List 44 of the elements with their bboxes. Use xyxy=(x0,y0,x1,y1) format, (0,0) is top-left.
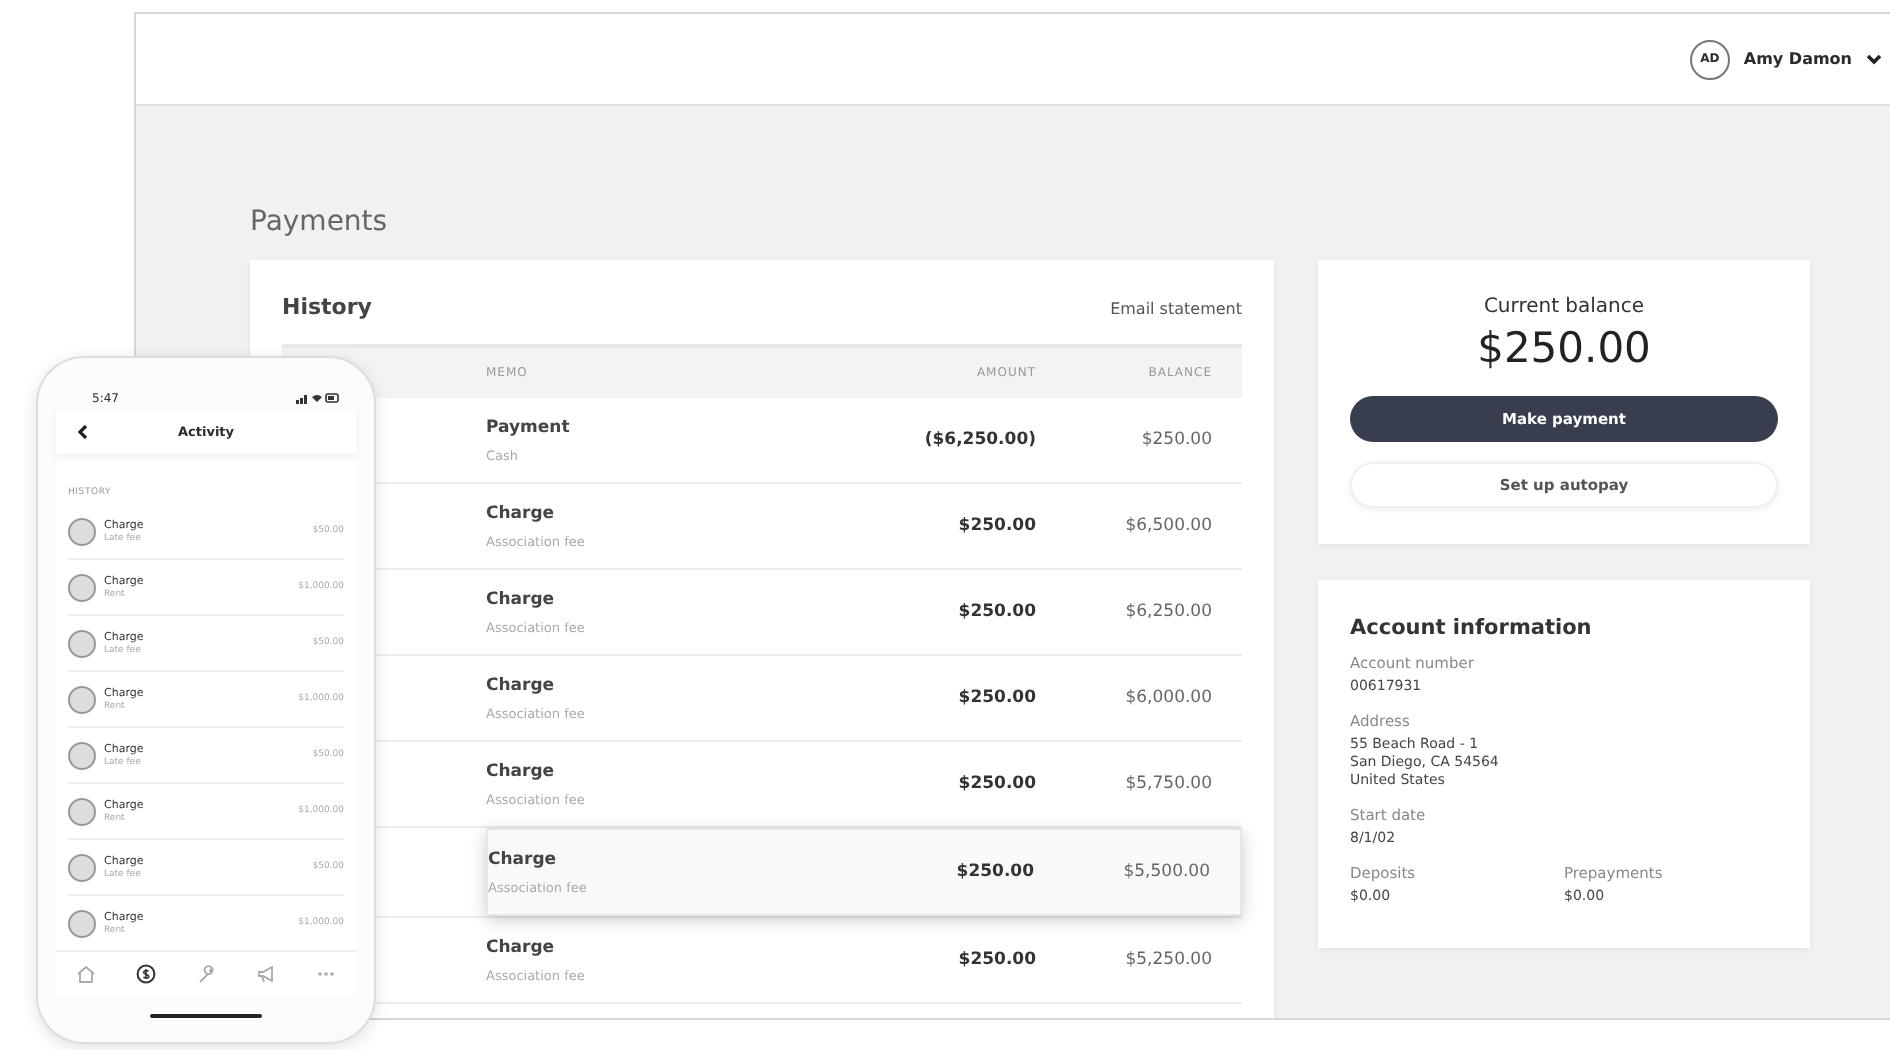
balance-cell-text: $5,500.00 xyxy=(1121,862,1212,882)
balance-cell-text: $6,500.00 xyxy=(1123,516,1214,536)
avatar-circle xyxy=(68,853,96,881)
balance-cell-text: $6,000.00 xyxy=(1123,688,1214,708)
transaction-type: Payment xyxy=(486,417,572,437)
avatar-circle xyxy=(68,909,96,937)
amount-cell-text: $250.00 xyxy=(956,950,1036,970)
avatar-circle xyxy=(68,741,96,769)
amount-cell-text: $250.00 xyxy=(956,516,1036,536)
avatar-circle xyxy=(68,517,96,545)
dollar-circle-icon[interactable] xyxy=(136,963,156,983)
balance-cell-text: $5,250.00 xyxy=(1123,950,1214,970)
balance-amount: $250.00 xyxy=(1477,324,1651,372)
page-title: Payments xyxy=(250,206,390,238)
amount-cell-text: ($6,250.00) xyxy=(922,430,1036,450)
transaction-type: Charge xyxy=(486,761,557,781)
history-title: History xyxy=(282,294,372,320)
transaction-type: Charge xyxy=(486,589,557,609)
amount-cell-text: $250.00 xyxy=(954,862,1034,882)
transaction-type: Charge xyxy=(488,849,559,869)
transaction-type: Charge xyxy=(486,503,557,523)
balance-cell-text: $6,250.00 xyxy=(1123,602,1214,622)
amount-cell-text: $250.00 xyxy=(956,688,1036,708)
balance-label: Current balance xyxy=(1483,296,1645,318)
user-name: Amy Damon xyxy=(1743,50,1852,68)
status-icons xyxy=(296,392,340,404)
transaction-type: Charge xyxy=(486,675,557,695)
wrench-icon[interactable] xyxy=(196,963,216,983)
avatar-circle xyxy=(68,573,96,601)
amount-cell-text: $250.00 xyxy=(956,602,1036,622)
balance-cell-text: $5,750.00 xyxy=(1123,774,1214,794)
megaphone-icon[interactable] xyxy=(256,963,276,983)
avatar-circle xyxy=(68,797,96,825)
avatar-circle xyxy=(68,629,96,657)
account-title: Account information xyxy=(1350,616,1594,640)
home-icon[interactable] xyxy=(76,963,96,983)
chevron-down-icon xyxy=(1866,53,1882,65)
home-indicator xyxy=(150,1013,262,1018)
balance-cell-text: $250.00 xyxy=(1139,430,1214,450)
email-statement-link[interactable]: Email statement xyxy=(1110,300,1242,318)
amount-cell-text: $250.00 xyxy=(956,774,1036,794)
back-icon[interactable] xyxy=(76,424,88,440)
avatar-circle xyxy=(68,685,96,713)
transaction-type: Charge xyxy=(486,937,557,957)
